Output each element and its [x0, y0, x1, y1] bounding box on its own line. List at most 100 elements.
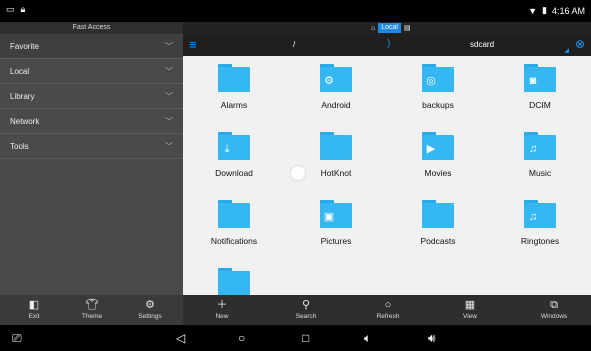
folder-notifications[interactable]: Notifications — [183, 192, 285, 260]
folder-alarms[interactable]: Alarms — [183, 56, 285, 124]
sidebar-item-library[interactable]: Library ﹀ — [0, 84, 183, 109]
folder-label: Podcasts — [420, 236, 456, 246]
wifi-icon: ▼ — [528, 5, 538, 16]
exit-button[interactable]: ◧ Exit — [4, 295, 64, 325]
folder-label: Download — [215, 168, 253, 178]
exit-label: Exit — [28, 313, 40, 320]
folder-icon — [218, 64, 250, 92]
folder-icon: ⤓ — [218, 132, 250, 160]
music-icon: ♫ — [528, 143, 538, 155]
play-icon: ▶ — [426, 143, 436, 155]
folder-label: Alarms — [220, 100, 248, 110]
sidebar-title: Fast Access — [0, 22, 183, 34]
backup-icon: ◎ — [426, 75, 436, 87]
folder-ringtones[interactable]: ♫ Ringtones — [489, 192, 591, 260]
view-label: View — [463, 313, 477, 320]
settings-label: Settings — [138, 313, 162, 320]
folder-label: backups — [422, 100, 454, 110]
gear-icon: ⚙ — [145, 299, 155, 311]
sidebar-item-network[interactable]: Network ﹀ — [0, 109, 183, 134]
search-label: Search — [295, 313, 317, 320]
sidebar-toolbar: ◧ Exit 👕︎ Theme ⚙ Settings — [0, 295, 183, 325]
windows-button[interactable]: ⧉ Windows — [524, 295, 584, 325]
folder-grid: Alarms ⚙ Android ◎ backups ◙ DCIM ⤓ Down… — [183, 56, 591, 295]
folder-pictures[interactable]: ▣ Pictures — [285, 192, 387, 260]
sidebar-item-local[interactable]: Local ﹀ — [0, 59, 183, 84]
close-icon[interactable]: ⊗ — [575, 37, 585, 51]
exit-icon: ◧ — [28, 299, 40, 311]
screen-icon: ▭ — [6, 4, 15, 14]
sidebar-item-label: Network — [10, 117, 40, 126]
folder-movies[interactable]: ▶ Movies — [387, 124, 489, 192]
home-icon[interactable]: ○ — [238, 329, 245, 347]
windows-label: Windows — [540, 313, 568, 320]
sidebar-item-label: Library — [10, 92, 35, 101]
folder-podcasts[interactable]: Podcasts — [387, 192, 489, 260]
folder-icon: ◙ — [524, 64, 556, 92]
breadcrumb-root[interactable]: / — [293, 40, 295, 49]
folder-icon — [218, 200, 250, 228]
path-bar: ≡ / ) sdcard ◢ ⊗ — [183, 34, 591, 56]
sidebar-item-label: Tools — [10, 142, 29, 151]
folder-label: DCIM — [529, 100, 551, 110]
breadcrumb-sdcard[interactable]: sdcard — [470, 40, 494, 49]
sidebar-item-tools[interactable]: Tools ﹀ — [0, 134, 183, 159]
refresh-icon: ○ — [384, 299, 392, 311]
folder-label: Ringtones — [520, 236, 560, 246]
battery-icon: ▮ — [542, 5, 547, 15]
download-icon: ⤓ — [224, 143, 230, 155]
music-icon: ♫ — [528, 211, 538, 223]
plus-icon: ＋ — [216, 299, 228, 311]
folder-icon: ♫ — [524, 200, 556, 228]
tab-local[interactable]: Local — [378, 23, 401, 33]
breadcrumb-separator-icon: ) — [387, 38, 391, 49]
file-manager-screen: ▭ 🔒︎ ▼ ▮ 4:16 AM Fast Access Favorite ﹀ … — [0, 0, 591, 351]
folder-download[interactable]: ⤓ Download — [183, 124, 285, 192]
lock-icon: 🔒︎ — [20, 4, 26, 14]
bottom-toolbar: ◧ Exit 👕︎ Theme ⚙ Settings ＋ New ⚲ Searc… — [0, 295, 591, 325]
tab-list-icon[interactable]: ▤ — [404, 24, 411, 32]
home-tab-icon[interactable]: ⌂ — [371, 25, 375, 32]
screenshot-icon[interactable]: ⎚ — [12, 329, 22, 347]
folder-hotknot[interactable]: HotKnot — [285, 124, 387, 192]
chevron-down-icon: ﹀ — [165, 142, 173, 151]
sidebar: Fast Access Favorite ﹀ Local ﹀ Library ﹀… — [0, 22, 183, 295]
folder-backups[interactable]: ◎ backups — [387, 56, 489, 124]
new-label: New — [215, 313, 229, 320]
menu-icon[interactable]: ≡ — [189, 37, 197, 52]
folder-icon: ♫ — [524, 132, 556, 160]
refresh-button[interactable]: ○ Refresh — [358, 295, 418, 325]
back-icon[interactable]: ◁ — [176, 329, 185, 347]
status-bar: ▭ 🔒︎ ▼ ▮ 4:16 AM — [0, 0, 591, 22]
theme-label: Theme — [81, 313, 103, 320]
folder-icon: ▣ — [320, 200, 352, 228]
navigation-bar: ⎚ ◁ ○ □ 🔈︎ 🔊︎ — [0, 325, 591, 351]
search-button[interactable]: ⚲ Search — [276, 295, 336, 325]
view-button[interactable]: ▦ View — [440, 295, 500, 325]
folder-partial[interactable] — [183, 260, 285, 295]
chevron-down-icon: ﹀ — [165, 42, 173, 51]
grid-icon: ▦ — [464, 299, 476, 311]
theme-button[interactable]: 👕︎ Theme — [62, 295, 122, 325]
folder-android[interactable]: ⚙ Android — [285, 56, 387, 124]
folder-dcim[interactable]: ◙ DCIM — [489, 56, 591, 124]
tab-strip: ⌂ Local ▤ — [183, 22, 591, 34]
folder-label: Pictures — [320, 236, 352, 246]
folder-music[interactable]: ♫ Music — [489, 124, 591, 192]
folder-icon: ▶ — [422, 132, 454, 160]
folder-icon — [320, 132, 352, 160]
sidebar-item-label: Local — [10, 67, 30, 76]
chevron-down-icon: ﹀ — [165, 92, 173, 101]
sidebar-item-favorite[interactable]: Favorite ﹀ — [0, 34, 183, 59]
volume-up-icon[interactable]: 🔊︎ — [428, 329, 436, 347]
settings-button[interactable]: ⚙ Settings — [120, 295, 180, 325]
folder-icon — [422, 200, 454, 228]
volume-down-icon[interactable]: 🔈︎ — [364, 329, 371, 347]
image-icon: ▣ — [323, 211, 335, 223]
clock: 4:16 AM — [551, 5, 585, 16]
new-button[interactable]: ＋ New — [192, 295, 252, 325]
sidebar-item-label: Favorite — [10, 42, 39, 51]
refresh-label: Refresh — [376, 313, 400, 320]
recents-icon[interactable]: □ — [302, 329, 309, 347]
corner-indicator-icon: ◢ — [564, 48, 569, 54]
